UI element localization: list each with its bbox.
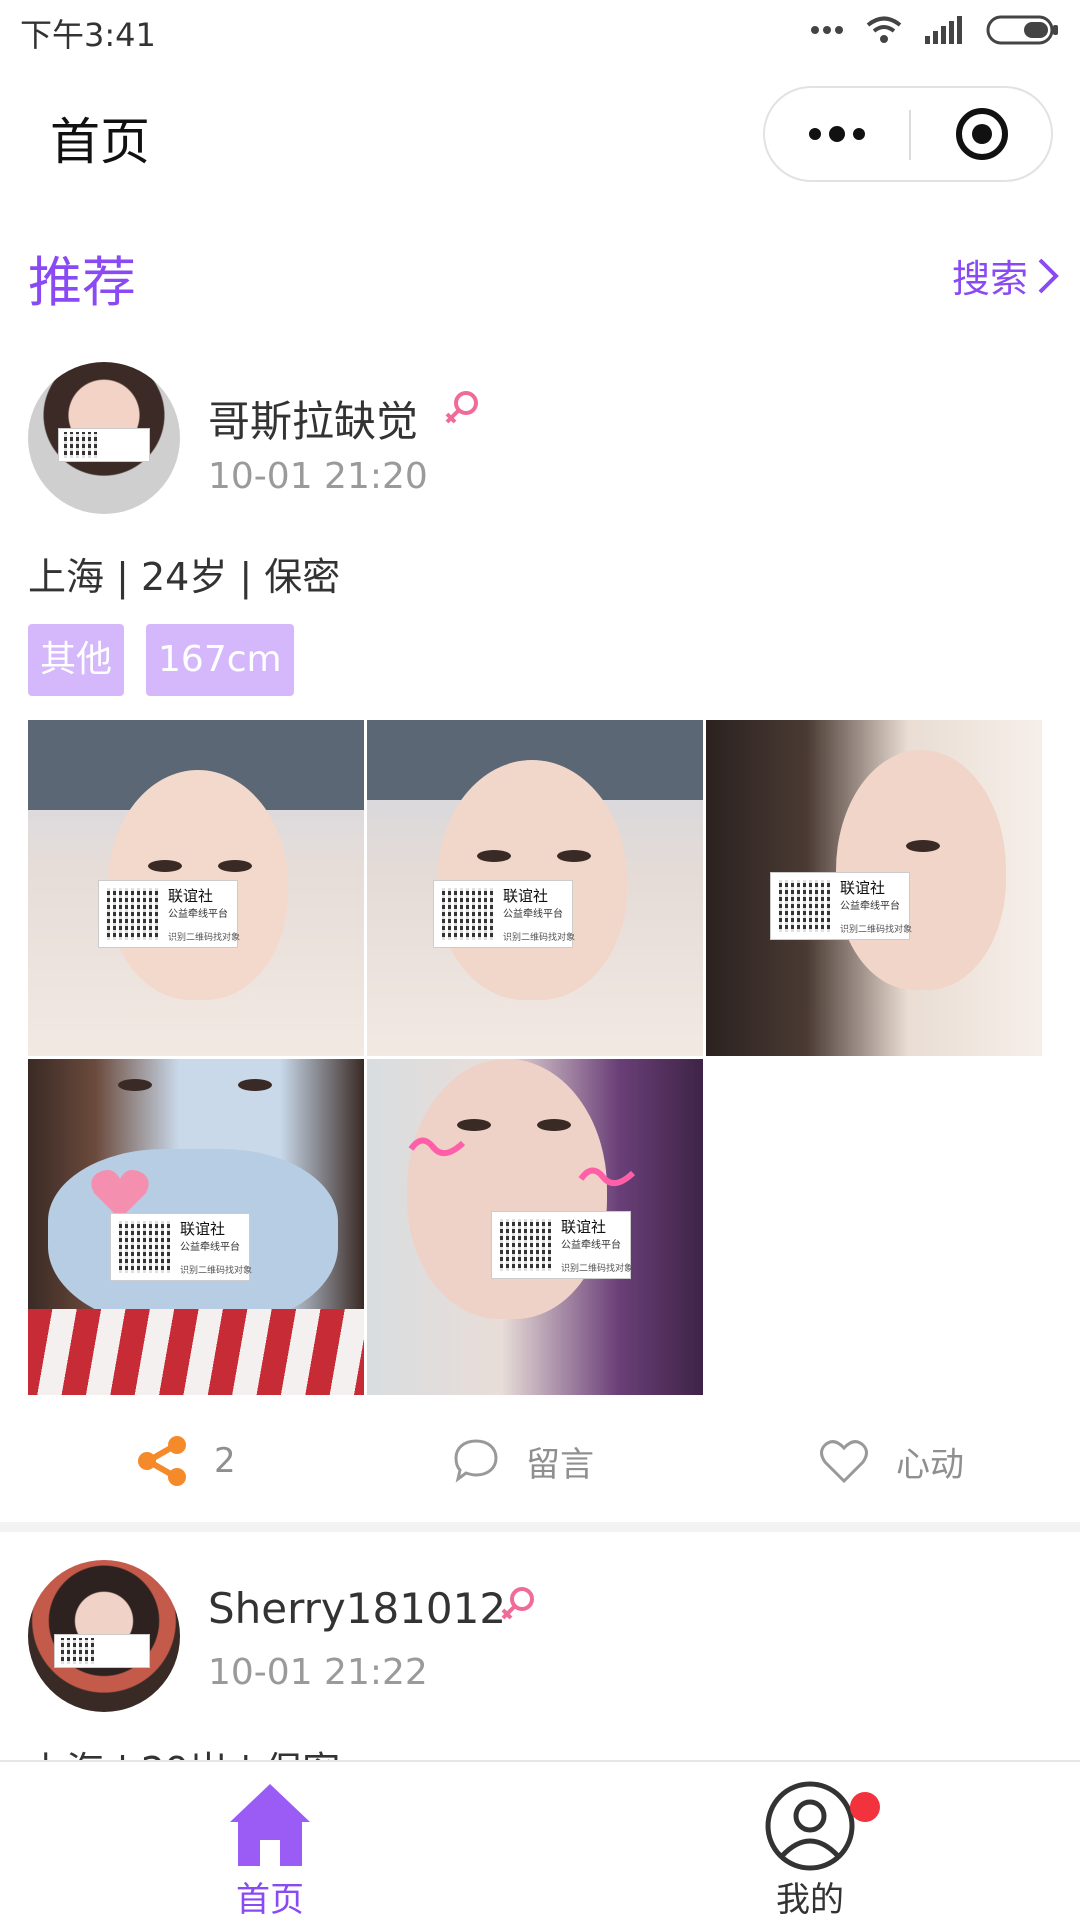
- watermark-footer: 识别二维码找对象: [561, 1263, 634, 1274]
- mini-program-capsule: [763, 86, 1053, 182]
- dots-icon: [811, 26, 843, 34]
- nav-bar: 首页: [0, 62, 1080, 202]
- female-icon: [501, 1587, 534, 1620]
- watermark-title: 联谊社: [168, 886, 214, 905]
- signal-icon: [925, 16, 962, 44]
- more-button[interactable]: [765, 88, 909, 180]
- avatar[interactable]: [28, 1560, 180, 1712]
- share-button[interactable]: 2: [136, 1416, 236, 1506]
- watermark-subtitle: 公益牵线平台: [503, 908, 563, 920]
- status-bar: 下午3:41: [0, 0, 1080, 62]
- chevron-right-icon: [1038, 258, 1059, 293]
- more-dots-icon: [809, 126, 865, 142]
- user-icon: [765, 1781, 855, 1871]
- photo-thumbnail[interactable]: 联谊社 公益牵线平台 识别二维码找对象: [28, 1059, 364, 1395]
- target-close-icon: [956, 108, 1008, 160]
- photo-thumbnail[interactable]: 联谊社 公益牵线平台 识别二维码找对象: [367, 720, 703, 1056]
- watermark-title: 联谊社: [180, 1219, 226, 1238]
- wifi-icon: [866, 16, 902, 43]
- screen: 下午3:41 首页 推荐 搜索 哥斯拉缺觉 10-01 21:20 上海 | 2…: [0, 0, 1080, 1920]
- avatar[interactable]: [28, 362, 180, 514]
- watermark-subtitle: 公益牵线平台: [180, 1241, 240, 1253]
- comment-button[interactable]: 留言: [452, 1416, 594, 1506]
- watermark-footer: 识别二维码找对象: [840, 924, 913, 935]
- profile-summary: 上海 | 24岁 | 保密: [28, 555, 341, 599]
- notification-badge: [850, 1792, 880, 1822]
- watermark-footer: 识别二维码找对象: [503, 932, 576, 943]
- tab-label: 我的: [776, 1880, 844, 1920]
- photo-thumbnail[interactable]: 联谊社 公益牵线平台 识别二维码找对象: [28, 720, 364, 1056]
- post-time: 10-01 21:22: [208, 1652, 428, 1693]
- tab-bar: 首页 我的: [0, 1760, 1080, 1920]
- watermark-subtitle: 公益牵线平台: [561, 1239, 621, 1251]
- post-time: 10-01 21:20: [208, 456, 428, 497]
- section-title-recommend: 推荐: [28, 251, 136, 314]
- watermark-title: 联谊社: [840, 878, 886, 897]
- watermark-title: 联谊社: [503, 886, 549, 905]
- username: Sherry181012: [208, 1584, 507, 1633]
- home-icon: [230, 1784, 310, 1866]
- watermark-subtitle: 公益牵线平台: [840, 900, 900, 912]
- section-header: 推荐 搜索: [0, 230, 1080, 320]
- status-time: 下午3:41: [20, 16, 156, 54]
- username: 哥斯拉缺觉: [208, 397, 419, 446]
- tag: 167cm: [146, 624, 294, 696]
- photo-thumbnail[interactable]: 联谊社 公益牵线平台 识别二维码找对象: [706, 720, 1042, 1056]
- like-label: 心动: [896, 1444, 964, 1485]
- search-link[interactable]: 搜索: [952, 248, 1060, 303]
- watermark-subtitle: 公益牵线平台: [168, 908, 228, 920]
- watermark-footer: 识别二维码找对象: [180, 1265, 253, 1276]
- photo-thumbnail[interactable]: 联谊社 公益牵线平台 识别二维码找对象: [367, 1059, 703, 1395]
- close-button[interactable]: [911, 88, 1053, 180]
- tag: 其他: [28, 624, 125, 696]
- female-icon: [445, 391, 478, 424]
- tag-list: 其他 167cm: [28, 624, 294, 696]
- status-icons: [810, 12, 1060, 48]
- tab-mine[interactable]: 我的: [540, 1762, 1080, 1920]
- page-title: 首页: [50, 113, 150, 171]
- battery-icon: [986, 15, 1058, 45]
- card-divider: [0, 1522, 1080, 1532]
- search-label: 搜索: [951, 257, 1028, 301]
- heart-icon: [820, 1440, 868, 1484]
- share-icon: [138, 1436, 186, 1486]
- tab-label: 首页: [236, 1880, 304, 1920]
- post-card[interactable]: Sherry181012 10-01 21:22 上海 | 29岁 | 保密: [0, 1560, 1080, 1793]
- like-button[interactable]: 心动: [818, 1416, 964, 1506]
- comment-icon: [454, 1439, 498, 1483]
- tab-home[interactable]: 首页: [0, 1762, 540, 1920]
- action-bar: 2 留言 心动: [0, 1416, 1080, 1506]
- post-card[interactable]: 哥斯拉缺觉 10-01 21:20 上海 | 24岁 | 保密 其他 167cm…: [0, 360, 1080, 1520]
- watermark-footer: 识别二维码找对象: [168, 932, 241, 943]
- watermark-title: 联谊社: [561, 1217, 607, 1236]
- share-count: 2: [214, 1441, 236, 1481]
- squiggle-sticker-icon: [408, 1137, 466, 1156]
- photo-grid: 联谊社 公益牵线平台 识别二维码找对象 联谊社 公益牵线平台 识别二维码找对象: [28, 720, 1042, 1396]
- comment-label: 留言: [526, 1444, 594, 1485]
- squiggle-sticker-icon: [578, 1167, 636, 1186]
